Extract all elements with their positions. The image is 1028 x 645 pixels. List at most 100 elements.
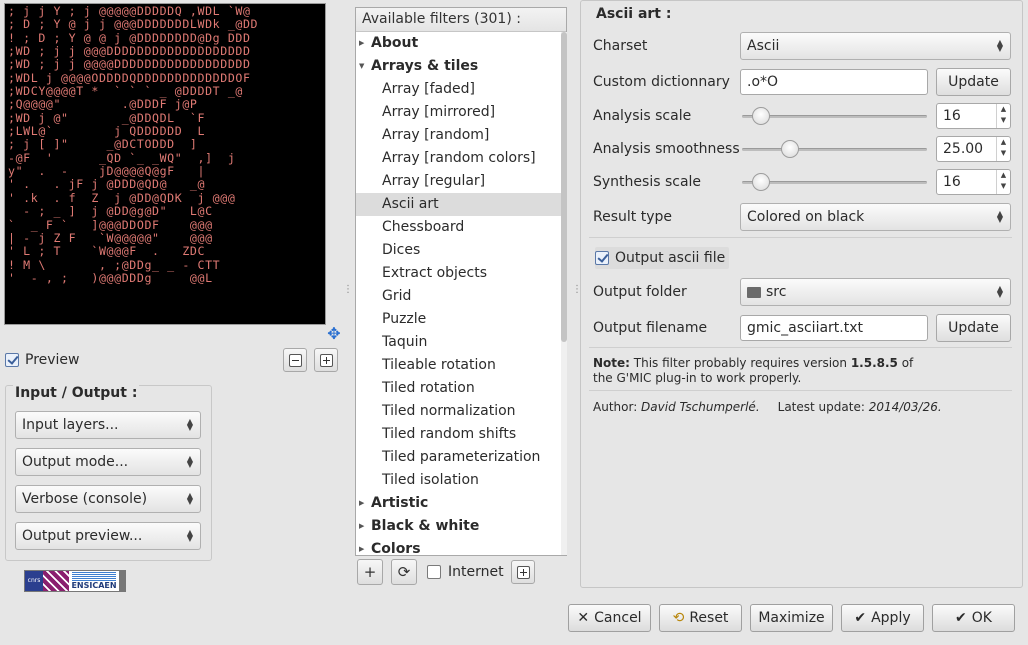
tree-item[interactable]: Array [faded] — [356, 78, 563, 101]
tree-item-label: Arrays & tiles — [371, 58, 479, 74]
analysis-smoothness-handle[interactable] — [781, 140, 799, 158]
filter-scrollbar-thumb[interactable] — [561, 32, 567, 342]
cancel-button[interactable]: ✕ Cancel — [568, 604, 651, 632]
spin-arrows-icon[interactable]: ▲ ▼ — [996, 104, 1010, 128]
verbose-select[interactable]: Verbose (console) ▲ ▼ — [15, 485, 201, 513]
collapsed-arrow-icon[interactable]: ▶ — [359, 515, 364, 538]
apply-button[interactable]: ✔ Apply — [841, 604, 924, 632]
zoom-out-button[interactable] — [283, 348, 307, 372]
tree-item[interactable]: Dices — [356, 239, 563, 262]
ascii-line: ' - , ; )@@@DDDg @@L — [8, 270, 213, 285]
ok-button[interactable]: ✔ OK — [932, 604, 1015, 632]
collapsed-arrow-icon[interactable]: ▶ — [359, 32, 364, 55]
tree-category[interactable]: ▶ About — [356, 32, 563, 55]
logo[interactable]: cnrs ENSICAEN — [24, 570, 126, 592]
tree-item[interactable]: Tiled parameterization — [356, 446, 563, 469]
tree-item[interactable]: Tiled rotation — [356, 377, 563, 400]
analysis-scale-spinbox[interactable]: 16 ▲ ▼ — [936, 103, 1011, 129]
tree-item[interactable]: Array [regular] — [356, 170, 563, 193]
expand-all-button[interactable] — [511, 560, 535, 584]
refresh-button[interactable]: ⟳ — [391, 559, 417, 585]
logo-mark-purple — [43, 571, 69, 591]
tree-item-label: Array [random] — [382, 127, 490, 143]
tree-category[interactable]: ▶ Black & white — [356, 515, 563, 538]
tree-item[interactable]: Ascii art — [356, 193, 563, 216]
maximize-button[interactable]: Maximize — [750, 604, 833, 632]
ascii-line: ` _ F ` ]@@@DDODF @@@ — [8, 217, 213, 232]
author-label: Author: — [593, 400, 642, 414]
tree-category[interactable]: ▶ Artistic — [356, 492, 563, 515]
tree-item[interactable]: Array [random] — [356, 124, 563, 147]
tree-item-label: Tiled random shifts — [382, 426, 517, 442]
tree-category[interactable]: ▶ Colors — [356, 538, 563, 555]
output-ascii-label: Output ascii file — [615, 250, 726, 266]
expanded-arrow-icon[interactable]: ▼ — [359, 55, 364, 78]
zoom-in-button[interactable] — [314, 348, 338, 372]
collapsed-arrow-icon[interactable]: ▶ — [359, 538, 364, 555]
synthesis-scale-spinbox[interactable]: 16 ▲ ▼ — [936, 169, 1011, 195]
custom-dictionary-input[interactable]: .o*O — [740, 69, 928, 95]
preview-checkbox[interactable] — [5, 353, 19, 367]
charset-select[interactable]: Ascii ▲ ▼ — [740, 32, 1011, 60]
ascii-line: ; j j Y ; j @@@@@DDDDDQ ,WDL `W@ — [8, 4, 251, 18]
tree-item[interactable]: Grid — [356, 285, 563, 308]
output-folder-select[interactable]: src ▲ ▼ — [740, 278, 1011, 306]
logo-text: ENSICAEN — [71, 581, 117, 590]
tree-item[interactable]: Tiled normalization — [356, 400, 563, 423]
tree-item[interactable]: Tiled random shifts — [356, 423, 563, 446]
tree-item-label: Tiled isolation — [382, 472, 479, 488]
update-dictionary-button[interactable]: Update — [936, 68, 1011, 96]
output-ascii-checkbox[interactable] — [595, 251, 609, 265]
collapsed-arrow-icon[interactable]: ▶ — [359, 492, 364, 515]
ascii-line: ! M \ , ;@DDg_ _ - CTT — [8, 257, 221, 272]
tree-item[interactable]: Puzzle — [356, 308, 563, 331]
input-layers-select[interactable]: Input layers... ▲ ▼ — [15, 411, 201, 439]
input-output-title: Input / Output : — [13, 385, 140, 401]
reset-button[interactable]: ⟲ Reset — [659, 604, 742, 632]
author-name: David Tschumperlé. — [641, 400, 760, 414]
tree-item[interactable]: Extract objects — [356, 262, 563, 285]
ascii-line: ;WD j @" _@DDQDL `F — [8, 110, 206, 125]
tree-item[interactable]: Tileable rotation — [356, 354, 563, 377]
output-ascii-toggle[interactable]: Output ascii file — [595, 247, 730, 269]
result-type-select[interactable]: Colored on black ▲ ▼ — [740, 203, 1011, 231]
tree-item[interactable]: Array [random colors] — [356, 147, 563, 170]
tree-item[interactable]: Tiled isolation — [356, 469, 563, 492]
ascii-line: y" . - jD@@@@Q@gF | — [8, 164, 206, 179]
filter-tree[interactable]: Available filters (301) : ▶ About ▼ Arrays … — [355, 7, 567, 556]
tree-item-label: Array [mirrored] — [382, 104, 496, 120]
tree-item[interactable]: Chessboard — [356, 216, 563, 239]
internet-checkbox[interactable] — [427, 565, 441, 579]
tree-item[interactable]: Array [mirrored] — [356, 101, 563, 124]
analysis-scale-handle[interactable] — [752, 107, 770, 125]
analysis-smoothness-track[interactable] — [742, 148, 927, 151]
preview-image[interactable]: ; j j Y ; j @@@@@DDDDDQ ,WDL `W@ ; D ; Y… — [4, 3, 326, 325]
maximize-label: Maximize — [758, 610, 825, 626]
output-filename-input[interactable]: gmic_asciiart.txt — [740, 315, 928, 341]
tree-item-label: Array [faded] — [382, 81, 475, 97]
tree-item[interactable]: Taquin — [356, 331, 563, 354]
separator — [589, 347, 1012, 348]
move-icon[interactable]: ✥ — [326, 326, 342, 342]
input-layers-value: Input layers... — [22, 417, 119, 433]
ascii-line: ' L ; T `W@@@F . ZDC — [8, 244, 206, 259]
synthesis-scale-handle[interactable] — [752, 173, 770, 191]
tree-category[interactable]: ▼ Arrays & tiles — [356, 55, 563, 78]
update-filename-button[interactable]: Update — [936, 314, 1011, 342]
output-preview-select[interactable]: Output preview... ▲ ▼ — [15, 522, 201, 550]
splitter-handle-right[interactable]: ⋮ — [572, 285, 582, 302]
splitter-handle-left[interactable]: ⋮ — [343, 285, 353, 302]
spin-arrows-icon[interactable]: ▲ ▼ — [996, 137, 1010, 161]
spin-arrows-icon[interactable]: ▲ ▼ — [996, 170, 1010, 194]
note-suffix: of — [897, 356, 914, 370]
output-mode-select[interactable]: Output mode... ▲ ▼ — [15, 448, 201, 476]
ok-label: OK — [971, 610, 992, 626]
separator — [589, 237, 1012, 238]
internet-toggle[interactable]: Internet — [427, 564, 504, 580]
output-preview-value: Output preview... — [22, 528, 143, 544]
refresh-icon: ⟳ — [397, 563, 411, 581]
preview-toggle[interactable]: Preview — [5, 352, 80, 368]
add-filter-button[interactable]: + — [357, 559, 383, 585]
note-line-2: the G'MIC plug-in to work properly. — [593, 371, 802, 385]
analysis-smoothness-spinbox[interactable]: 25.00 ▲ ▼ — [936, 136, 1011, 162]
